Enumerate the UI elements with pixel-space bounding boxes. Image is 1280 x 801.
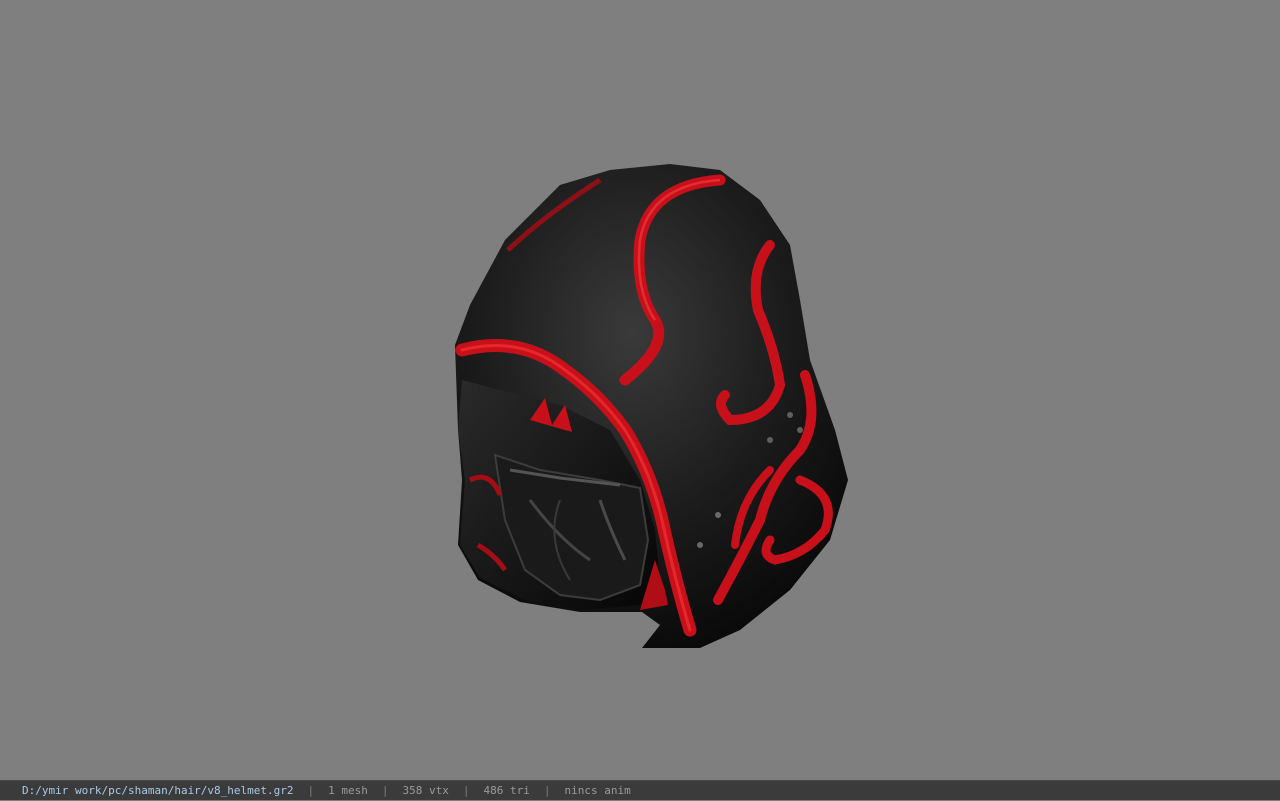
separator: | <box>543 783 551 797</box>
vertex-count: 358 vtx <box>402 783 449 797</box>
3d-viewport[interactable] <box>0 0 1280 780</box>
triangle-count: 486 tri <box>483 783 530 797</box>
helmet-model <box>455 164 848 648</box>
separator: | <box>381 783 389 797</box>
mesh-count: 1 mesh <box>328 783 368 797</box>
animation-status: nincs anim <box>564 783 631 797</box>
separator: | <box>462 783 470 797</box>
status-bar: D:/ymir work/pc/shaman/hair/v8_helmet.gr… <box>0 780 1280 800</box>
file-path: D:/ymir work/pc/shaman/hair/v8_helmet.gr… <box>22 783 294 797</box>
separator: | <box>307 783 315 797</box>
